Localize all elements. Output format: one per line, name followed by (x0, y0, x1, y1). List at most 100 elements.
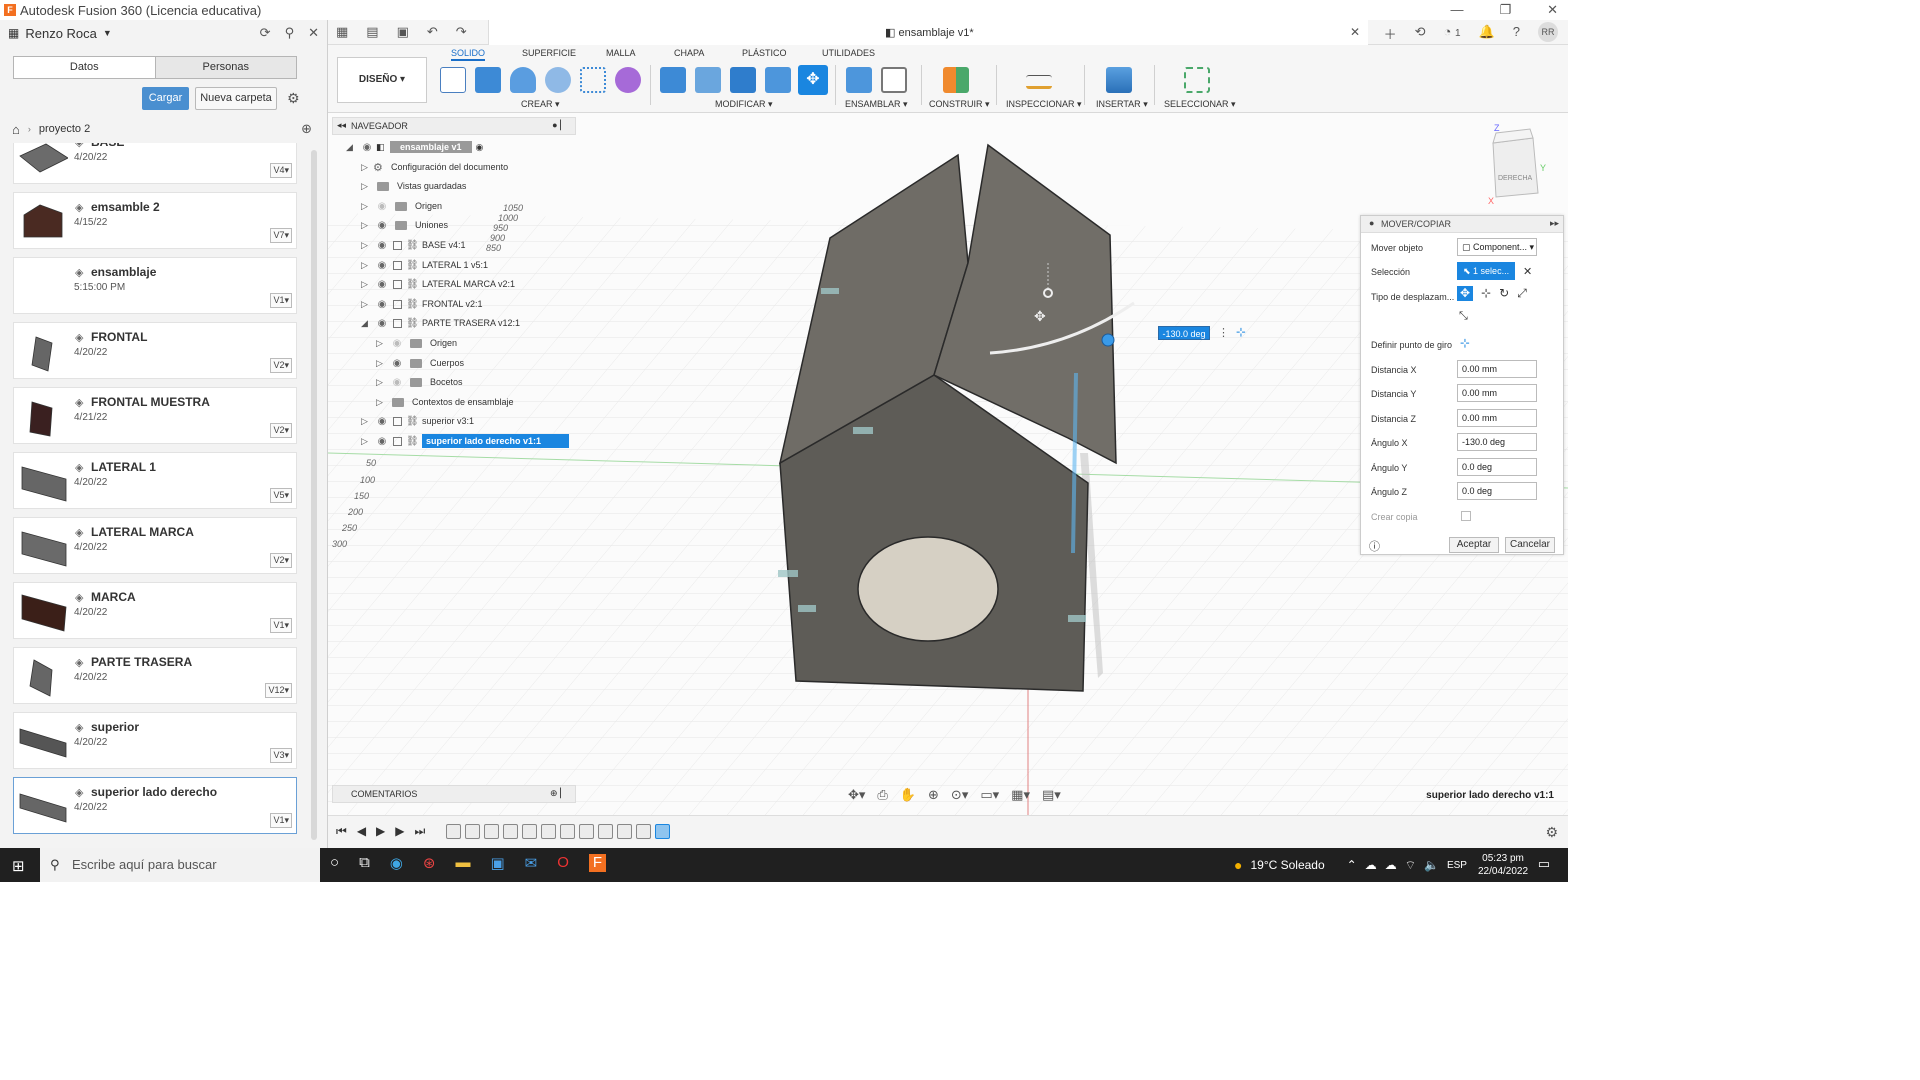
ok-button[interactable]: Aceptar (1449, 537, 1499, 553)
pan-icon[interactable]: ✋ (900, 787, 916, 803)
move-object-select[interactable]: ▢ Component... ▾ (1457, 238, 1537, 256)
timeline-feature[interactable] (598, 824, 613, 839)
restore-icon[interactable]: ❐ (1499, 2, 1511, 18)
dialog-header[interactable]: ● MOVER/COPIAR ▸▸ (1361, 216, 1563, 233)
point-to-position-icon[interactable]: ⤡ (1459, 310, 1468, 323)
user-name[interactable]: Renzo Roca (25, 26, 97, 41)
eye-icon[interactable]: ◉ (373, 416, 391, 427)
file-item[interactable]: ◈ MARCA 4/20/22 V1▾ (13, 582, 297, 639)
tree-root[interactable]: ◢ ◉ ◧ ensamblaje v1 ◉ (346, 139, 483, 155)
zoom-icon[interactable]: ⊕ (928, 787, 939, 803)
undo-icon[interactable]: ↶ (427, 24, 438, 40)
expand-arrow-icon[interactable]: ▷ (361, 181, 373, 192)
timeline-feature[interactable] (541, 824, 556, 839)
form-icon[interactable] (615, 67, 641, 93)
search-icon[interactable]: ⚲ (285, 25, 295, 41)
expand-arrow-icon[interactable]: ◢ (346, 142, 358, 153)
new-component-icon[interactable] (846, 67, 872, 93)
timeline-feature[interactable] (560, 824, 575, 839)
upload-button[interactable]: Cargar (142, 87, 189, 110)
group-crear[interactable]: CREAR ▾ (521, 99, 560, 110)
tab-plastico[interactable]: PLÁSTICO (742, 48, 787, 58)
pin-icon[interactable]: ● ▏ (552, 120, 567, 131)
display-icon[interactable]: ▭▾ (980, 787, 999, 803)
pivot-icon[interactable]: ⊹ (1236, 325, 1246, 339)
apps-grid-icon[interactable]: ▦ (336, 24, 348, 40)
timeline-feature[interactable] (617, 824, 632, 839)
home-icon[interactable]: ⌂ (12, 122, 20, 137)
windows-start-icon[interactable]: ⊞ (12, 857, 25, 875)
version-badge[interactable]: V2▾ (270, 553, 292, 568)
press-pull-icon[interactable] (660, 67, 686, 93)
timeline-feature[interactable] (579, 824, 594, 839)
avatar[interactable]: RR (1538, 22, 1558, 42)
cancel-button[interactable]: Cancelar (1505, 537, 1555, 553)
eye-icon[interactable]: ◉ (373, 299, 391, 310)
version-badge[interactable]: V1▾ (270, 293, 292, 308)
tree-item[interactable]: ▷ Contextos de ensamblaje (376, 394, 514, 410)
eye-icon[interactable]: ◉ (373, 436, 391, 447)
go-to-start-icon[interactable]: ⏮ (336, 824, 347, 839)
expand-arrow-icon[interactable]: ▷ (361, 240, 373, 251)
point-to-point-icon[interactable]: ⤢ (1517, 286, 1527, 301)
expand-arrow-icon[interactable]: ▷ (361, 201, 373, 212)
angle-z-input[interactable]: 0.0 deg (1457, 482, 1537, 500)
look-at-icon[interactable]: ⎙ (877, 787, 887, 803)
eye-icon[interactable]: ◉ (373, 220, 391, 231)
document-tab[interactable]: ◧ ensamblaje v1* ✕ (488, 20, 1368, 45)
version-badge[interactable]: V1▾ (270, 618, 292, 633)
add-comment-icon[interactable]: ⊕ ▏ (550, 788, 567, 799)
tree-item[interactable]: ▷ ◉ ⛓ FRONTAL v2:1 (361, 296, 483, 312)
go-to-end-icon[interactable]: ⏭ (415, 824, 426, 839)
distance-z-input[interactable]: 0.00 mm (1457, 409, 1537, 427)
version-badge[interactable]: V3▾ (270, 748, 292, 763)
file-item[interactable]: ◈ BASE 4/20/22 V4▾ (13, 143, 297, 184)
tree-item[interactable]: ▷ Vistas guardadas (361, 178, 466, 194)
help-icon[interactable]: ? (1513, 24, 1520, 43)
combine-icon[interactable] (730, 67, 756, 93)
workspace-button[interactable]: DISEÑO ▾ (337, 57, 427, 103)
tab-solido[interactable]: SOLIDO (451, 48, 486, 61)
scrollbar[interactable] (311, 150, 317, 840)
group-ensamblar[interactable]: ENSAMBLAR ▾ (845, 99, 908, 110)
file-explorer-icon[interactable]: ▬ (455, 854, 470, 872)
cortana-icon[interactable]: ○ (330, 854, 339, 872)
eye-icon[interactable]: ◉ (373, 201, 391, 212)
job-status-icon[interactable]: ◔ 1 (1444, 24, 1461, 43)
expand-icon[interactable]: ▸▸ (1550, 218, 1559, 229)
group-inspeccionar[interactable]: INSPECCIONAR ▾ (1006, 99, 1082, 110)
group-modificar[interactable]: MODIFICAR ▾ (715, 99, 773, 110)
insert-image-icon[interactable] (1106, 67, 1132, 93)
gear-icon[interactable]: ⚙ (287, 90, 300, 107)
expand-arrow-icon[interactable]: ▷ (376, 338, 388, 349)
taskbar-search[interactable]: ⚲ Escribe aquí para buscar (40, 848, 320, 882)
language-indicator[interactable]: ESP (1447, 860, 1467, 871)
tray-chevron-icon[interactable]: ⌃ (1347, 858, 1357, 872)
network-icon[interactable]: ☁ (1365, 858, 1377, 872)
expand-arrow-icon[interactable]: ▷ (376, 358, 388, 369)
version-badge[interactable]: V1▾ (270, 813, 292, 828)
tree-item[interactable]: ▷ ◉ ⛓ LATERAL MARCA v2:1 (361, 276, 515, 292)
grid-icon[interactable]: ▦▾ (1011, 787, 1030, 803)
timeline-feature[interactable] (636, 824, 651, 839)
close-tab-icon[interactable]: ✕ (1350, 25, 1360, 39)
tree-item[interactable]: ▷ ◉ Origen (361, 198, 442, 214)
tab-personas[interactable]: Personas (154, 57, 297, 78)
angle-y-input[interactable]: 0.0 deg (1457, 458, 1537, 476)
tree-item[interactable]: ◢ ◉ ⛓ PARTE TRASERA v12:1 (361, 315, 520, 331)
tree-item[interactable]: ▷ ◉ ⛓ superior lado derecho v1:1 (361, 433, 570, 449)
shell-icon[interactable] (765, 67, 791, 93)
tab-superficie[interactable]: SUPERFICIE (522, 48, 576, 58)
joint-icon[interactable] (881, 67, 907, 93)
create-sketch-icon[interactable] (440, 67, 466, 93)
timeline-feature[interactable] (655, 824, 670, 839)
pattern-icon[interactable] (580, 67, 606, 93)
fit-icon[interactable]: ⊙▾ (951, 787, 968, 803)
file-item[interactable]: ◈ FRONTAL MUESTRA 4/21/22 V2▾ (13, 387, 297, 444)
extrude-icon[interactable] (475, 67, 501, 93)
collapse-icon[interactable]: ● (1369, 218, 1374, 228)
activate-icon[interactable]: ◉ (476, 142, 484, 153)
group-seleccionar[interactable]: SELECCIONAR ▾ (1164, 99, 1236, 110)
breadcrumb-project[interactable]: proyecto 2 (39, 123, 90, 135)
eye-icon[interactable]: ◉ (388, 338, 406, 349)
